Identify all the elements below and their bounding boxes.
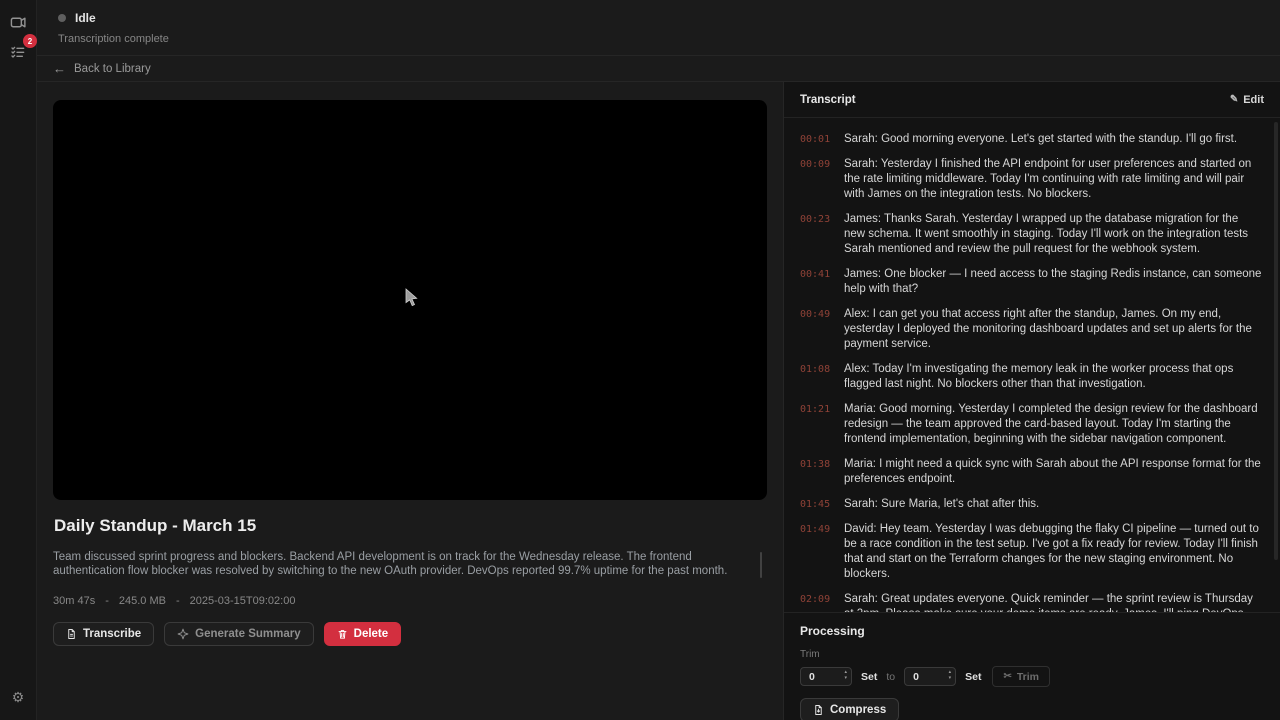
entry-text: Sarah: Good morning everyone. Let's get …	[844, 132, 1237, 147]
description-scrollbar[interactable]	[760, 552, 762, 578]
entry-text: David: Hey team. Yesterday I was debuggi…	[844, 522, 1262, 582]
transcript-panel: Transcript ✎ Edit 00:01 Sarah: Good morn…	[783, 82, 1280, 720]
entry-timestamp: 00:41	[800, 267, 831, 297]
status-bar: Idle Transcription complete	[37, 0, 1280, 56]
entry-timestamp: 01:38	[800, 457, 831, 487]
transcript-entry: 00:01 Sarah: Good morning everyone. Let'…	[800, 132, 1262, 147]
file-compress-icon	[813, 704, 824, 716]
back-to-library-link[interactable]: ← Back to Library	[37, 56, 1280, 82]
trim-button[interactable]: ✂ Trim	[992, 666, 1050, 687]
trim-start-wrap: ▴▾	[800, 667, 852, 687]
entry-text: Sarah: Yesterday I finished the API endp…	[844, 157, 1262, 202]
media-metadata: 30m 47s - 245.0 MB - 2025-03-15T09:02:00	[53, 595, 767, 607]
transcript-entry: 00:09 Sarah: Yesterday I finished the AP…	[800, 157, 1262, 202]
entry-timestamp: 00:01	[800, 132, 831, 147]
queue-list-icon[interactable]: 2	[5, 39, 31, 65]
transcribe-button[interactable]: Transcribe	[53, 622, 154, 646]
entry-text: Sarah: Sure Maria, let's chat after this…	[844, 497, 1039, 512]
settings-gear-icon[interactable]: ⚙	[5, 684, 31, 710]
entry-timestamp: 02:09	[800, 592, 831, 612]
app-window: 2 ⚙ Idle Transcription complete ← Back t…	[0, 0, 1280, 720]
edit-transcript-button[interactable]: ✎ Edit	[1230, 94, 1264, 106]
back-link-label: Back to Library	[74, 63, 151, 75]
transcript-entry: 02:09 Sarah: Great updates everyone. Qui…	[800, 592, 1262, 612]
media-datetime: 2025-03-15T09:02:00	[190, 595, 296, 607]
trim-label: Trim	[800, 649, 1264, 660]
media-actions: Transcribe Generate Summary	[53, 622, 767, 646]
media-title: Daily Standup - March 15	[54, 516, 767, 536]
media-duration: 30m 47s	[53, 595, 95, 607]
sparkle-icon	[177, 628, 189, 640]
file-text-icon	[66, 628, 77, 640]
trim-button-label: Trim	[1017, 671, 1039, 683]
entry-timestamp: 00:23	[800, 212, 831, 257]
mouse-cursor-icon	[405, 288, 419, 307]
transcript-list: 00:01 Sarah: Good morning everyone. Let'…	[784, 118, 1280, 612]
entry-timestamp: 01:21	[800, 402, 831, 447]
transcript-title: Transcript	[800, 94, 856, 106]
trash-icon	[337, 628, 348, 640]
to-label: to	[886, 671, 895, 683]
media-description: Team discussed sprint progress and block…	[53, 551, 751, 578]
entry-timestamp: 01:08	[800, 362, 831, 392]
transcript-entry: 01:21 Maria: Good morning. Yesterday I c…	[800, 402, 1262, 447]
transcript-entry: 01:08 Alex: Today I'm investigating the …	[800, 362, 1262, 392]
video-player[interactable]	[53, 100, 767, 500]
processing-section: Processing Trim ▴▾ Set to ▴▾ Set	[784, 612, 1280, 720]
scissors-icon: ✂	[1003, 671, 1011, 682]
trim-controls: ▴▾ Set to ▴▾ Set ✂ Trim	[800, 666, 1264, 687]
status-label: Idle	[75, 11, 96, 25]
content-column: Idle Transcription complete ← Back to Li…	[37, 0, 1280, 720]
metadata-separator: -	[176, 595, 180, 607]
trim-end-wrap: ▴▾	[904, 667, 956, 687]
entry-text: Maria: Good morning. Yesterday I complet…	[844, 402, 1262, 447]
transcript-entry: 00:23 James: Thanks Sarah. Yesterday I w…	[800, 212, 1262, 257]
back-arrow-icon: ←	[53, 62, 66, 75]
status-detail: Transcription complete	[58, 33, 1280, 45]
generate-summary-label: Generate Summary	[195, 628, 300, 640]
media-description-scroll[interactable]: Team discussed sprint progress and block…	[53, 551, 765, 578]
pencil-icon: ✎	[1230, 94, 1238, 105]
transcript-header: Transcript ✎ Edit	[784, 82, 1280, 118]
entry-text: James: One blocker — I need access to th…	[844, 267, 1262, 297]
delete-button[interactable]: Delete	[324, 622, 402, 646]
entry-timestamp: 01:49	[800, 522, 831, 582]
main-area: Daily Standup - March 15 Team discussed …	[37, 82, 1280, 720]
media-detail: Daily Standup - March 15 Team discussed …	[37, 82, 783, 720]
compress-label: Compress	[830, 704, 886, 716]
metadata-separator: -	[105, 595, 109, 607]
entry-timestamp: 01:45	[800, 497, 831, 512]
entry-text: James: Thanks Sarah. Yesterday I wrapped…	[844, 212, 1262, 257]
entry-timestamp: 00:49	[800, 307, 831, 352]
set-start-button[interactable]: Set	[861, 671, 877, 683]
notification-badge: 2	[23, 34, 37, 48]
transcript-entry: 00:41 James: One blocker — I need access…	[800, 267, 1262, 297]
transcript-scrollbar[interactable]	[1274, 122, 1278, 560]
transcribe-label: Transcribe	[83, 628, 141, 640]
set-end-button[interactable]: Set	[965, 671, 981, 683]
delete-label: Delete	[354, 628, 389, 640]
status-dot	[58, 14, 66, 22]
entry-text: Sarah: Great updates everyone. Quick rem…	[844, 592, 1262, 612]
media-filesize: 245.0 MB	[119, 595, 166, 607]
entry-text: Alex: Today I'm investigating the memory…	[844, 362, 1262, 392]
video-camera-icon[interactable]	[5, 9, 31, 35]
processing-title: Processing	[800, 624, 1264, 638]
transcript-entry: 01:45 Sarah: Sure Maria, let's chat afte…	[800, 497, 1262, 512]
entry-text: Maria: I might need a quick sync with Sa…	[844, 457, 1262, 487]
icon-rail: 2 ⚙	[0, 0, 37, 720]
edit-label: Edit	[1243, 94, 1264, 106]
generate-summary-button[interactable]: Generate Summary	[164, 622, 313, 646]
compress-button[interactable]: Compress	[800, 698, 899, 720]
transcript-entry: 00:49 Alex: I can get you that access ri…	[800, 307, 1262, 352]
entry-timestamp: 00:09	[800, 157, 831, 202]
transcript-entry: 01:49 David: Hey team. Yesterday I was d…	[800, 522, 1262, 582]
number-stepper-icon[interactable]: ▴▾	[844, 670, 847, 681]
number-stepper-icon[interactable]: ▴▾	[949, 670, 952, 681]
transcript-entry: 01:38 Maria: I might need a quick sync w…	[800, 457, 1262, 487]
entry-text: Alex: I can get you that access right af…	[844, 307, 1262, 352]
